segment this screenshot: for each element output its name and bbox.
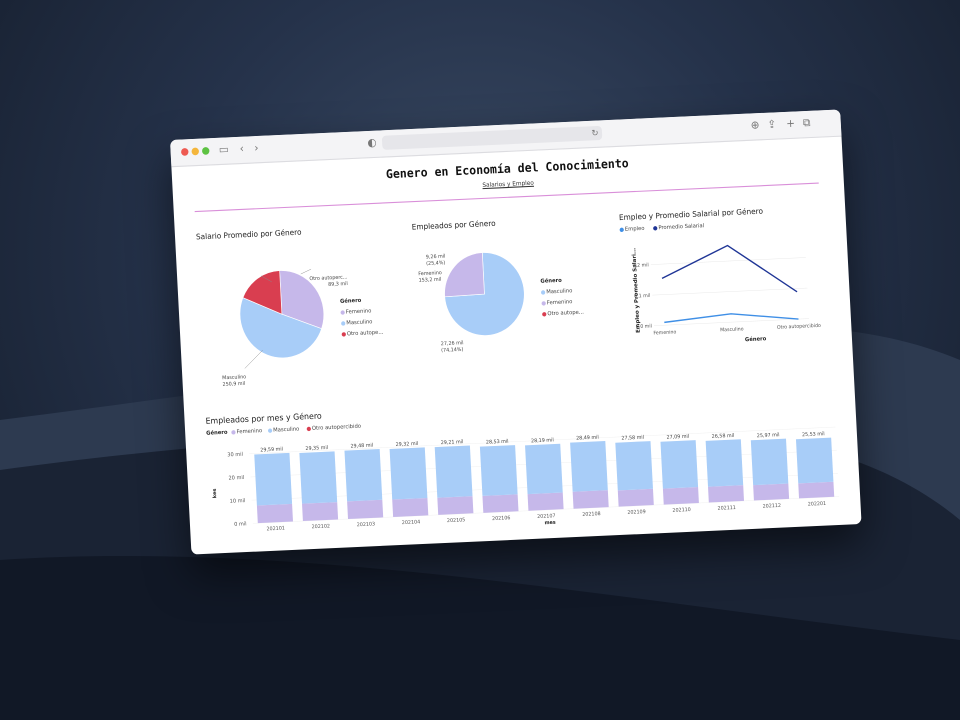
bar-x-tick-label: 202110 <box>672 507 691 514</box>
new-tab-icon[interactable]: + <box>786 117 796 133</box>
bar-chart-svg: 0 mil 10 mil 20 mil 30 mil 29,59 mil 202101 29… <box>227 426 840 532</box>
address-bar[interactable]: ↻ <box>381 125 603 150</box>
download-icon[interactable]: ⊕ <box>750 119 760 135</box>
bar-segment-masculino[interactable] <box>750 438 789 486</box>
bar-x-tick-label: 202104 <box>402 519 421 526</box>
privacy-icon[interactable]: ◐ <box>367 136 377 152</box>
bar-x-tick-label: 202109 <box>627 509 646 516</box>
bar-y-tick-label: 0 mil <box>234 521 247 528</box>
bar-total-label: 27,58 mil <box>621 435 644 442</box>
sidebar-icon[interactable]: ▭ <box>218 143 230 159</box>
back-icon[interactable]: ‹ <box>239 142 244 157</box>
bar-x-tick-label: 202101 <box>266 525 285 532</box>
bar-segment-femenino[interactable] <box>572 490 609 509</box>
bar-x-tick-label: 202201 <box>808 501 827 508</box>
bar-total-label: 26,58 mil <box>712 433 735 440</box>
bar-total-label: 25,53 mil <box>802 431 825 438</box>
bar-segment-femenino[interactable] <box>753 483 790 501</box>
bar-segment-masculino[interactable] <box>525 443 563 495</box>
bar-segment-masculino[interactable] <box>660 440 699 489</box>
bar-segment-femenino[interactable] <box>347 499 384 520</box>
bar-total-label: 28,49 mil <box>576 435 599 442</box>
bar-segment-masculino[interactable] <box>705 439 744 487</box>
bar-total-label: 28,53 mil <box>486 439 509 446</box>
bar-segment-femenino[interactable] <box>708 485 745 503</box>
bar-y-tick-label: 10 mil <box>230 498 246 505</box>
bar-segment-femenino[interactable] <box>798 481 835 499</box>
close-dot[interactable] <box>180 147 189 156</box>
bar-total-label: 29,21 mil <box>441 439 464 446</box>
bar-segment-femenino[interactable] <box>662 486 699 505</box>
bar-total-label: 29,59 mil <box>260 446 283 453</box>
bar-segment-masculino[interactable] <box>570 441 608 492</box>
bar-total-label: 29,35 mil <box>305 445 328 452</box>
bar-total-label: 25,97 mil <box>757 432 780 439</box>
bar-segment-femenino[interactable] <box>437 496 474 515</box>
forward-icon[interactable]: › <box>254 141 259 156</box>
bar-total-label: 29,32 mil <box>396 441 419 448</box>
bar-total-label: 28,19 mil <box>531 437 554 444</box>
bar-total-label: 29,48 mil <box>350 443 373 450</box>
bar-x-tick-label: 202111 <box>717 505 736 512</box>
bar-x-tick-label: 202112 <box>763 503 782 510</box>
bar-x-tick-label: 202106 <box>492 515 511 522</box>
bar-total-label: 27,09 mil <box>666 434 689 441</box>
bar-y-tick-label: 20 mil <box>228 475 244 482</box>
bar-x-tick-label: 202108 <box>582 511 601 518</box>
bar-segment-masculino[interactable] <box>434 445 473 498</box>
bar-segment-masculino[interactable] <box>389 447 428 500</box>
bar-x-tick-label: 202102 <box>312 523 331 530</box>
reload-icon[interactable]: ↻ <box>591 126 599 142</box>
bar-segment-masculino[interactable] <box>615 441 653 491</box>
bar-x-tick-label: 202105 <box>447 517 466 524</box>
bar-segment-femenino[interactable] <box>527 492 564 511</box>
bar-segment-femenino[interactable] <box>392 497 429 517</box>
bar-segment-masculino[interactable] <box>795 437 834 484</box>
bar-segment-femenino[interactable] <box>256 503 293 524</box>
bar-x-tick-label: 202103 <box>357 521 376 528</box>
bar-x-tick-label: 202107 <box>537 513 556 520</box>
bar-segment-femenino[interactable] <box>482 494 519 513</box>
bar-segment-masculino[interactable] <box>299 451 338 504</box>
minimize-dot[interactable] <box>191 147 200 156</box>
share-icon[interactable]: ⇪ <box>767 118 777 134</box>
report-canvas: Genero en Economía del Conocimiento Sala… <box>171 136 861 555</box>
bar-y-tick-label: 30 mil <box>227 452 243 459</box>
tabs-overview-icon[interactable]: ⧉ <box>803 116 811 132</box>
browser-window: ▭ ‹ › ◐ ↻ ⊕ ⇪ + ⧉ Genero en Economía del… <box>170 109 862 555</box>
bar-segment-masculino[interactable] <box>479 445 518 496</box>
bar-segment-masculino[interactable] <box>344 449 383 502</box>
bar-segment-masculino[interactable] <box>254 452 293 506</box>
bar-segment-femenino[interactable] <box>302 502 339 522</box>
bar-segment-femenino[interactable] <box>617 488 654 507</box>
maximize-dot[interactable] <box>201 146 210 155</box>
